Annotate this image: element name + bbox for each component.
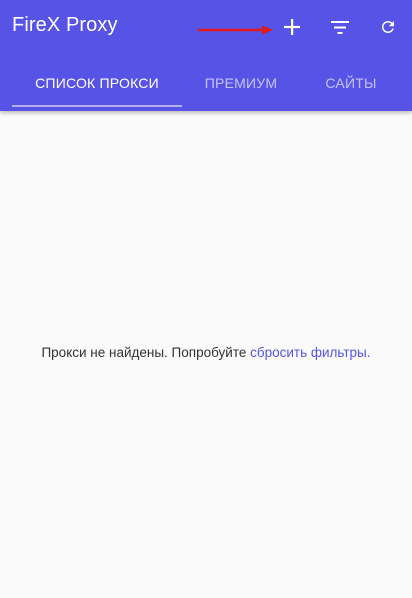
empty-state-text: Прокси не найдены. Попробуйте — [41, 345, 251, 360]
filter-icon — [331, 20, 349, 34]
tab-sites[interactable]: САЙТЫ — [296, 60, 406, 106]
refresh-icon — [382, 21, 394, 33]
add-proxy-button[interactable] — [276, 12, 308, 42]
annotation-arrow — [198, 25, 273, 35]
app-bar: FireX Proxy СПИСОК ПРОКСИ ПРЕМИУМ САЙТЫ — [0, 0, 412, 111]
tab-premium[interactable]: ПРЕМИУМ — [186, 60, 296, 106]
filter-button[interactable] — [324, 12, 356, 42]
plus-icon — [284, 19, 300, 35]
reset-filters-link[interactable]: сбросить фильтры. — [250, 345, 370, 360]
empty-state-message: Прокси не найдены. Попробуйте сбросить ф… — [0, 345, 412, 360]
tab-bar: СПИСОК ПРОКСИ ПРЕМИУМ САЙТЫ — [0, 60, 412, 108]
active-tab-indicator — [12, 105, 182, 107]
app-title: FireX Proxy — [12, 14, 118, 36]
tab-proxy-list[interactable]: СПИСОК ПРОКСИ — [12, 60, 182, 106]
refresh-button[interactable] — [372, 12, 404, 42]
